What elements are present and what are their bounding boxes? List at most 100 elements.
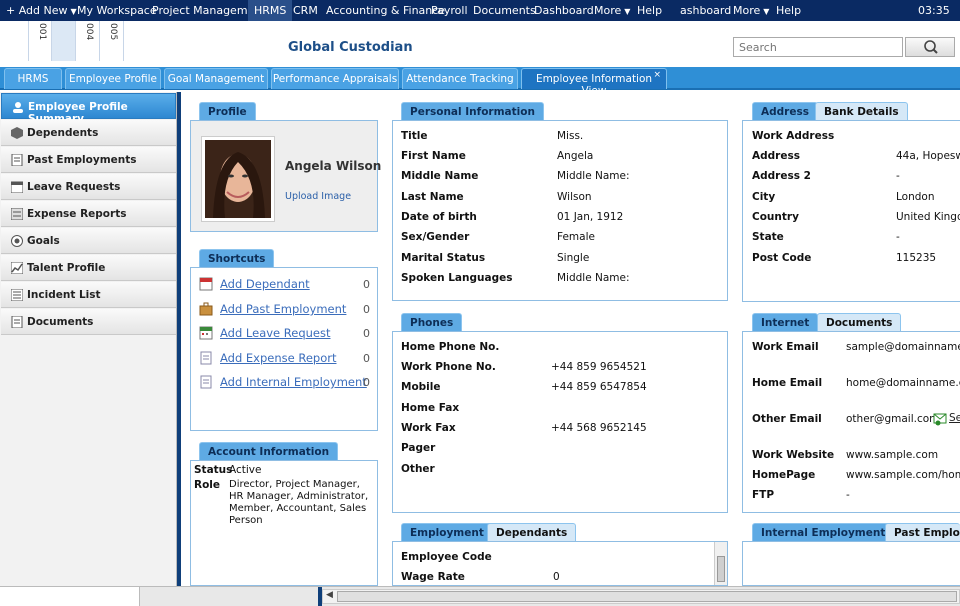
horizontal-scrollbar[interactable]: ◀: [322, 589, 960, 604]
tab-hrms[interactable]: HRMS: [4, 68, 62, 89]
nav-documents[interactable]: Documents: [473, 4, 536, 17]
shortcut-add-past-employment[interactable]: Add Past Employment: [220, 302, 346, 316]
personal-information-panel: Title Miss. First Name Angela Middle Nam…: [392, 120, 728, 301]
tab-attendance-tracking[interactable]: Attendance Tracking: [402, 68, 518, 89]
sidebar-item-label: Goals: [27, 235, 60, 247]
address-tab[interactable]: Address: [752, 102, 818, 120]
search-input[interactable]: [733, 37, 903, 57]
sidebar-item-dependents[interactable]: Dependents: [1, 120, 176, 146]
shortcut-add-leave-request[interactable]: Add Leave Request: [220, 326, 331, 340]
field-label: State: [752, 231, 784, 243]
timeline-tick: [52, 21, 76, 61]
profile-card: Angela Wilson Upload Image: [190, 120, 381, 232]
field-label: Work Website: [752, 449, 835, 461]
target-icon: [11, 235, 23, 247]
field-value: -: [846, 489, 850, 501]
sidebar-item-incident-list[interactable]: Incident List: [1, 282, 176, 308]
phones-panel: Home Phone No. Work Phone No. +44 859 96…: [392, 331, 728, 513]
sidebar-item-expense-reports[interactable]: Expense Reports: [1, 201, 176, 227]
email-icon[interactable]: [933, 412, 947, 426]
person-icon: [13, 102, 23, 113]
chart-icon: [11, 262, 23, 274]
add-new-menu[interactable]: + Add New ▼: [6, 4, 77, 17]
cube-icon: [11, 127, 23, 139]
sidebar-item-label: Incident List: [27, 289, 101, 301]
sidebar-item-goals[interactable]: Goals: [1, 228, 176, 254]
dependants-tab[interactable]: Dependants: [487, 523, 577, 541]
document-icon: [11, 316, 23, 328]
scrollbar[interactable]: [714, 542, 727, 585]
field-value: -: [896, 231, 900, 243]
tab-employee-information-view[interactable]: Employee Information View ×: [521, 68, 667, 97]
employment-tab[interactable]: Employment: [401, 523, 493, 541]
shortcut-count: 0: [363, 278, 370, 291]
upload-image-link[interactable]: Upload Image: [285, 191, 351, 202]
shortcut-add-dependant[interactable]: Add Dependant: [220, 277, 310, 291]
field-value: 01 Jan, 1912: [557, 211, 624, 223]
scrollbar-thumb[interactable]: [337, 591, 957, 602]
sidebar-item-talent-profile[interactable]: Talent Profile: [1, 255, 176, 281]
shortcut-add-expense-report[interactable]: Add Expense Report: [220, 351, 337, 365]
shortcuts-section-tab[interactable]: Shortcuts: [199, 249, 275, 267]
company-name: Global Custodian: [288, 40, 413, 55]
phones-tab[interactable]: Phones: [401, 313, 463, 331]
profile-section-tab[interactable]: Profile: [199, 102, 256, 120]
status-label: Status: [194, 464, 233, 476]
search-button[interactable]: [905, 37, 955, 57]
field-label: Address 2: [752, 170, 811, 182]
nav-hrms[interactable]: HRMS: [248, 0, 293, 21]
sidebar-splitter[interactable]: [177, 92, 181, 586]
role-label: Role: [194, 479, 221, 491]
sidebar-item-past-employments[interactable]: Past Employments: [1, 147, 176, 173]
nav-dashboard-overflow[interactable]: ashboard: [680, 4, 731, 17]
nav-my-workspace[interactable]: My Workspace: [77, 4, 157, 17]
sidebar-item-employee-profile-summary[interactable]: Employee Profile Summary: [1, 93, 176, 125]
bank-details-tab[interactable]: Bank Details: [815, 102, 908, 120]
sidebar-item-documents[interactable]: Documents: [1, 309, 176, 335]
field-value: Middle Name:: [557, 272, 630, 284]
nav-crm[interactable]: CRM: [293, 4, 318, 17]
footer-left: [0, 587, 140, 606]
module-tab-bar: HRMS Employee Profile Goal Management Pe…: [0, 67, 960, 97]
internal-employments-tab[interactable]: Internal Employments: [752, 523, 901, 541]
bottom-scrollbar-area: ◀: [0, 586, 960, 606]
field-label: FTP: [752, 489, 775, 501]
nav-help[interactable]: Help: [637, 4, 662, 17]
search-icon: [924, 40, 938, 54]
nav-help-overflow[interactable]: Help: [776, 4, 801, 17]
documents-tab[interactable]: Documents: [817, 313, 902, 331]
field-label: Last Name: [401, 191, 464, 203]
shortcut-count: 0: [363, 327, 370, 340]
tab-performance-appraisals[interactable]: Performance Appraisals: [271, 68, 399, 89]
tab-label: Employee Information View: [535, 73, 653, 97]
internet-tab[interactable]: Internet: [752, 313, 819, 331]
send-email-link[interactable]: Se: [949, 412, 960, 424]
sidebar-item-leave-requests[interactable]: Leave Requests: [1, 174, 176, 200]
past-employments-tab[interactable]: Past Employm: [885, 523, 960, 541]
chevron-down-icon: ▼: [763, 7, 770, 16]
account-information-tab[interactable]: Account Information: [199, 442, 339, 460]
nav-more[interactable]: More ▼: [594, 4, 630, 17]
scrollbar-thumb[interactable]: [717, 556, 725, 582]
document-icon: [200, 351, 212, 365]
nav-payroll[interactable]: Payroll: [431, 4, 468, 17]
tab-goal-management[interactable]: Goal Management: [164, 68, 268, 89]
nav-dashboard[interactable]: Dashboard: [534, 4, 594, 17]
shortcut-add-internal-employment[interactable]: Add Internal Employment: [220, 375, 367, 389]
clock-time: 03:35: [918, 4, 950, 17]
field-label: Post Code: [752, 252, 812, 264]
field-label: Country: [752, 211, 799, 223]
field-label: Work Phone No.: [401, 361, 496, 373]
tab-employee-profile[interactable]: Employee Profile: [65, 68, 161, 89]
scroll-left-arrow-icon[interactable]: ◀: [326, 590, 333, 600]
field-label: Middle Name: [401, 170, 479, 182]
field-value: +44 568 9652145: [551, 422, 647, 434]
close-icon[interactable]: ×: [653, 70, 661, 80]
nav-accounting-finance[interactable]: Accounting & Finance: [326, 4, 445, 17]
field-label: Pager: [401, 442, 436, 454]
list-icon: [11, 289, 23, 301]
nav-more-overflow[interactable]: More ▼: [733, 4, 769, 17]
field-value: www.sample.com: [846, 449, 939, 461]
sidebar-item-label: Talent Profile: [27, 262, 106, 274]
personal-information-tab[interactable]: Personal Information: [401, 102, 544, 120]
